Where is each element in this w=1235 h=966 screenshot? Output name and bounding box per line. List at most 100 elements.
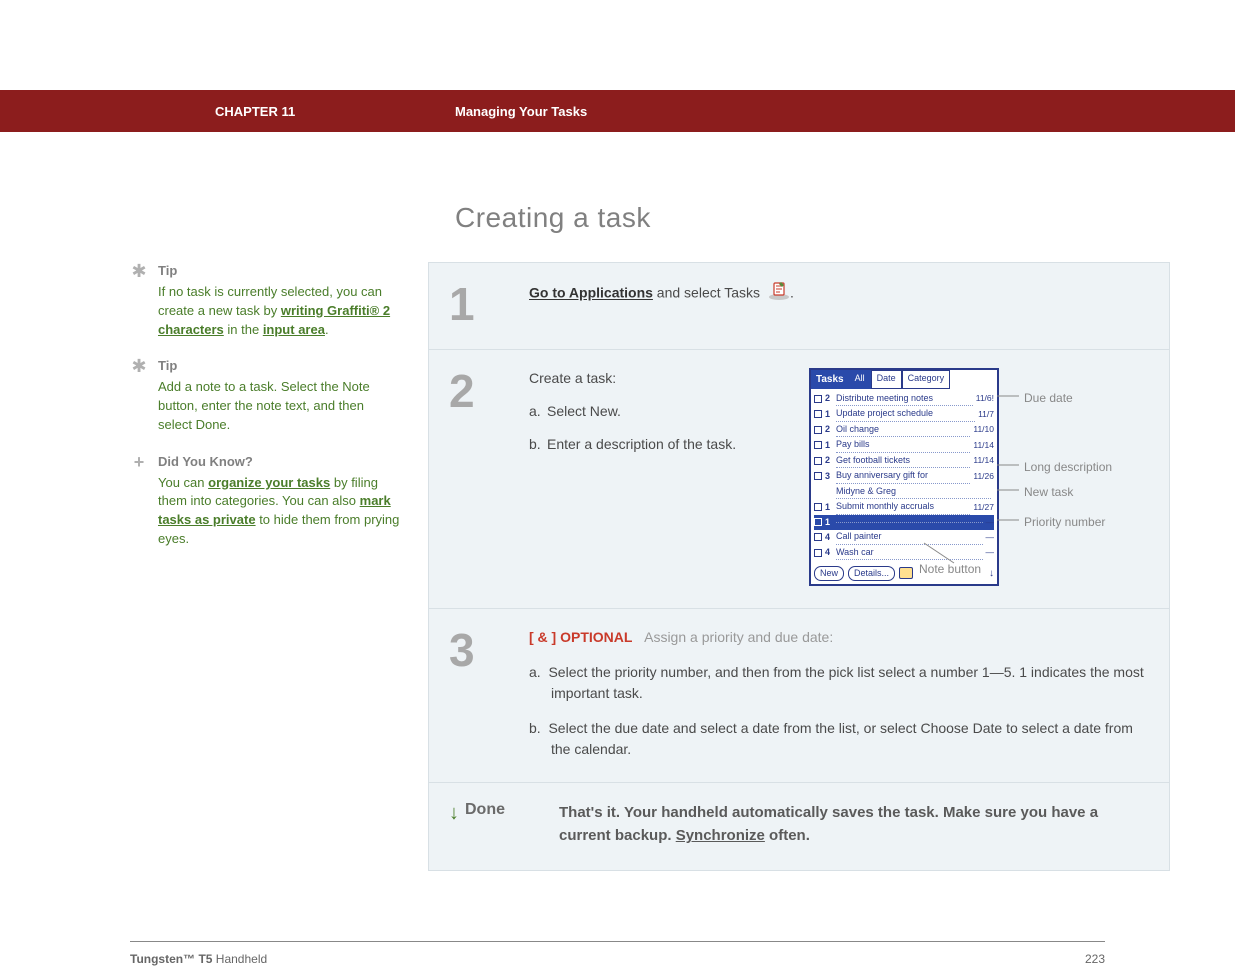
pda-due-date: 11/10 [973,423,994,436]
step-2b: b.Enter a description of the task. [529,434,789,455]
checkbox-icon [814,518,822,526]
pda-due-date: 11/26 [973,470,994,483]
plus-icon: + [130,453,148,549]
pda-due-date: 11/14 [973,439,994,452]
pda-description: Update project schedule [836,407,975,422]
step-number: 3 [449,627,497,760]
pda-note-button [899,567,913,579]
pda-priority: 1 [825,516,833,530]
checkbox-icon [814,533,822,541]
tip-label: Tip [158,357,400,376]
pda-due-date: 11/7 [978,408,994,421]
pda-description: Distribute meeting notes [836,392,973,407]
pda-priority: 1 [825,439,833,453]
pda-new-button: New [814,566,844,582]
step-2: 2 Create a task: a.Select New. b.Enter a… [428,349,1170,608]
link-organize-tasks[interactable]: organize your tasks [208,475,330,490]
pda-task-list: 2Distribute meeting notes11/6!1Update pr… [811,389,997,563]
step-2a: a.Select New. [529,401,789,422]
pda-task-row: 4Call painter— [814,530,994,546]
pda-priority: 3 [825,470,833,484]
pda-task-row: 2Distribute meeting notes11/6! [814,391,994,407]
pda-description: Submit monthly accruals [836,500,970,515]
pda-screenshot: Tasks All Date Category 2Distribute meet… [809,368,1149,586]
pda-task-row: 1Pay bills11/14 [814,438,994,454]
tip-text: Add a note to a task. Select the Note bu… [158,378,400,435]
checkbox-icon [814,441,822,449]
checkbox-icon [814,549,822,557]
pda-task-row: 1— [814,515,994,530]
pda-due-date: — [986,516,995,529]
step-3b: b. Select the due date and select a date… [529,718,1149,760]
chapter-number: CHAPTER 11 [215,104,455,119]
pda-task-row: 2Get football tickets11/14 [814,453,994,469]
optional-tag: [ & ] OPTIONAL [529,629,632,645]
checkbox-icon [814,395,822,403]
pda-task-row: Midyne & Greg [814,484,994,500]
pda-due-date: 11/27 [973,501,994,514]
page-title: Creating a task [455,202,1170,234]
pda-priority: 4 [825,531,833,545]
step-1: 1 Go to Applications and select Tasks . [428,262,1170,349]
dyk-label: Did You Know? [158,453,400,472]
step-3: 3 [ & ] OPTIONAL Assign a priority and d… [428,608,1170,782]
checkbox-icon [814,410,822,418]
callout-new-task: New task [1024,483,1073,501]
tip-label: Tip [158,262,400,281]
asterisk-icon: ✱ [130,357,148,434]
dyk-text: You can organize your tasks by filing th… [158,474,400,549]
callout-due-date: Due date [1024,389,1073,407]
step-number: 1 [449,281,497,327]
step-number: 2 [449,368,497,586]
pda-priority: 1 [825,501,833,515]
callout-priority-number: Priority number [1024,513,1105,531]
step-3a: a. Select the priority number, and then … [529,662,1149,704]
step-done: ↓ Done That's it. Your handheld automati… [428,782,1170,871]
link-input-area[interactable]: input area [263,322,325,337]
checkbox-icon [814,457,822,465]
sidebar-tips: ✱ Tip If no task is currently selected, … [130,262,400,871]
pda-priority: 1 [825,408,833,422]
tasks-app-icon [768,281,790,307]
callout-long-description: Long description [1024,458,1112,476]
pda-description: Buy anniversary gift for [836,469,970,484]
pda-due-date: 11/6! [976,392,994,405]
step-2-lead: Create a task: [529,368,789,389]
pda-description: Pay bills [836,438,970,453]
pda-due-date: 11/14 [973,454,994,467]
pda-description: Midyne & Greg [836,485,991,500]
chapter-title: Managing Your Tasks [455,104,587,119]
pda-titlebar: Tasks All Date Category [811,370,997,389]
link-go-to-applications[interactable]: Go to Applications [529,285,653,301]
checkbox-icon [814,503,822,511]
link-synchronize[interactable]: Synchronize [676,827,765,844]
pda-tab-all: All [849,370,871,389]
tip-block-1: ✱ Tip If no task is currently selected, … [130,262,400,339]
tip-text: If no task is currently selected, you ca… [158,283,400,340]
pda-details-button: Details... [848,566,895,582]
pda-tab-date: Date [871,370,902,389]
checkbox-icon [814,426,822,434]
pda-due-date: — [986,546,995,559]
asterisk-icon: ✱ [130,262,148,339]
step-3-heading: Assign a priority and due date: [644,629,833,645]
pda-description [836,522,983,523]
page-footer: Tungsten™ T5 Handheld 223 [130,941,1105,966]
pda-description: Get football tickets [836,454,970,469]
callout-note-button: Note button [919,560,981,578]
pda-due-date: — [986,531,995,544]
pda-scroll-icon: ↓ [989,566,994,581]
pda-description: Oil change [836,423,970,438]
tip-block-2: ✱ Tip Add a note to a task. Select the N… [130,357,400,434]
checkbox-icon [814,472,822,480]
done-label: Done [465,801,505,819]
pda-description: Wash car [836,546,983,561]
chapter-header: CHAPTER 11 Managing Your Tasks [0,90,1235,132]
pda-priority: 2 [825,454,833,468]
pda-task-row: 2Oil change11/10 [814,422,994,438]
did-you-know-block: + Did You Know? You can organize your ta… [130,453,400,549]
down-arrow-icon: ↓ [449,801,459,825]
pda-app-title: Tasks [811,370,849,389]
pda-priority: 4 [825,546,833,560]
pda-task-row: 1Submit monthly accruals11/27 [814,500,994,516]
